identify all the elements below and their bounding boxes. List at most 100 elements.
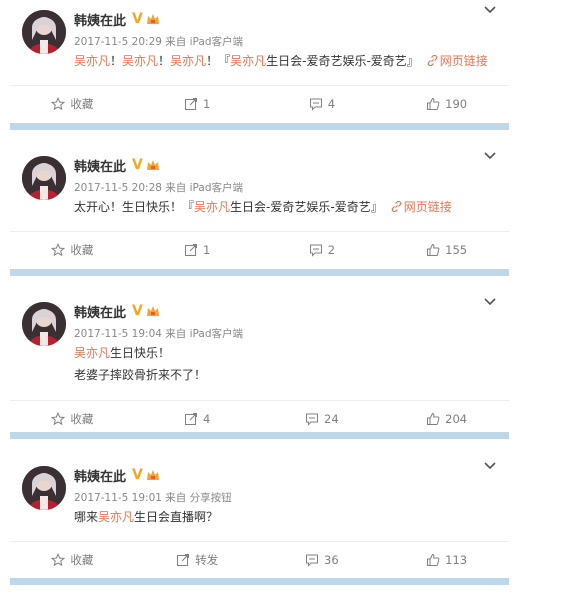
comment-icon <box>305 553 319 567</box>
text-segment: 哪来 <box>74 510 99 524</box>
post-text: 老婆子摔跤骨折来不了！ <box>74 364 206 386</box>
avatar[interactable] <box>22 156 66 200</box>
author-name[interactable]: 韩姨在此 <box>74 302 126 321</box>
comment-button[interactable]: 2 <box>260 232 385 267</box>
comment-icon <box>305 412 319 426</box>
author-name[interactable]: 韩姨在此 <box>74 466 126 485</box>
repost-count: 转发 <box>195 552 219 567</box>
crown-icon <box>146 158 160 172</box>
like-button[interactable]: 113 <box>384 542 509 577</box>
verified-badge: V <box>132 467 143 483</box>
favorite-button[interactable]: 收藏 <box>10 401 135 436</box>
like-count: 113 <box>445 552 468 567</box>
crown-icon <box>146 12 160 26</box>
thumbs-up-icon <box>426 553 440 567</box>
author-name[interactable]: 韩姨在此 <box>74 156 126 175</box>
verified-badge: V <box>132 303 143 319</box>
fav-count: 收藏 <box>70 242 94 257</box>
text-segment: 生日会-爱奇艺娱乐-爱奇艺』 <box>266 54 419 68</box>
text-segment: ！ <box>158 54 171 68</box>
favorite-button[interactable]: 收藏 <box>10 542 135 577</box>
like-count: 204 <box>445 411 468 426</box>
post-text: 吴亦凡！吴亦凡！吴亦凡！『吴亦凡生日会-爱奇艺娱乐-爱奇艺』 网页链接 <box>74 50 488 72</box>
repost-icon <box>184 243 198 257</box>
text-segment: ！『 <box>206 54 231 68</box>
fav-count: 收藏 <box>70 411 94 426</box>
post-text: 哪来吴亦凡生日会直播啊？ <box>74 506 218 528</box>
post-meta: 2017-11-5 20:28 来自 iPad客户端 <box>74 182 243 194</box>
avatar[interactable] <box>22 302 66 346</box>
comment-count: 2 <box>327 242 336 257</box>
chevron-down-icon[interactable] <box>483 4 497 16</box>
mention-link[interactable]: 吴亦凡 <box>194 200 230 214</box>
verified-badge: V <box>132 11 143 27</box>
comment-button[interactable]: 4 <box>260 86 385 121</box>
post-meta: 2017-11-5 19:04 来自 iPad客户端 <box>74 328 243 340</box>
repost-button[interactable]: 转发 <box>135 542 260 577</box>
author-name[interactable]: 韩姨在此 <box>74 10 126 29</box>
mention-link[interactable]: 吴亦凡 <box>230 54 266 68</box>
fav-count: 收藏 <box>70 96 94 111</box>
comment-button[interactable]: 24 <box>260 401 385 436</box>
post-meta: 2017-11-5 19:01 来自 分享按钮 <box>74 492 232 504</box>
link-icon <box>391 200 402 214</box>
avatar[interactable] <box>22 10 66 54</box>
link-icon <box>427 54 438 68</box>
like-button[interactable]: 190 <box>384 86 509 121</box>
web-link[interactable]: 网页链接 <box>404 200 452 214</box>
repost-button[interactable]: 4 <box>135 401 260 436</box>
repost-icon <box>176 553 190 567</box>
star-icon <box>51 96 66 111</box>
author-row: 韩姨在此 V <box>74 10 160 29</box>
text-segment: 生日快乐！ <box>110 346 171 360</box>
author-row: 韩姨在此 V <box>74 466 160 485</box>
post-text: 太开心！生日快乐！『吴亦凡生日会-爱奇艺娱乐-爱奇艺』 网页链接 <box>74 196 452 218</box>
repost-count: 1 <box>202 96 211 111</box>
weibo-post: 韩姨在此 V 2017-11-5 19:01 来自 分享按钮 哪来吴亦凡生日会直播啊？… <box>10 456 509 577</box>
text-segment: 太开心！生日快乐！『 <box>74 200 195 214</box>
comment-count: 36 <box>324 552 339 567</box>
chevron-down-icon[interactable] <box>483 296 497 308</box>
repost-count: 1 <box>202 242 211 257</box>
chevron-down-icon[interactable] <box>483 150 497 162</box>
verified-badge: V <box>132 157 143 173</box>
mention-link[interactable]: 吴亦凡 <box>98 510 134 524</box>
repost-icon <box>184 97 198 111</box>
star-icon <box>51 552 66 567</box>
post-text: 吴亦凡生日快乐！ <box>74 342 170 364</box>
favorite-button[interactable]: 收藏 <box>10 86 135 121</box>
text-segment: 生日会直播啊？ <box>134 510 219 524</box>
avatar[interactable] <box>22 466 66 510</box>
comment-button[interactable]: 36 <box>260 542 385 577</box>
repost-button[interactable]: 1 <box>135 232 260 267</box>
mention-link[interactable]: 吴亦凡 <box>122 54 158 68</box>
weibo-post: 韩姨在此 V 2017-11-5 20:29 来自 iPad客户端 吴亦凡！吴亦凡！吴… <box>10 0 509 121</box>
star-icon <box>51 242 66 257</box>
favorite-button[interactable]: 收藏 <box>10 232 135 267</box>
action-bar: 收藏 4 24 204 <box>10 400 509 436</box>
repost-button[interactable]: 1 <box>135 86 260 121</box>
repost-icon <box>184 412 198 426</box>
post-meta: 2017-11-5 20:29 来自 iPad客户端 <box>74 36 243 48</box>
weibo-feed: 韩姨在此 V 2017-11-5 20:29 来自 iPad客户端 吴亦凡！吴亦凡！吴… <box>0 0 564 609</box>
post-separator <box>10 269 509 276</box>
mention-link[interactable]: 吴亦凡 <box>74 54 110 68</box>
comment-icon <box>309 97 323 111</box>
post-separator <box>10 123 509 130</box>
chevron-down-icon[interactable] <box>483 460 497 472</box>
action-bar: 收藏 1 2 155 <box>10 231 509 267</box>
like-button[interactable]: 204 <box>384 401 509 436</box>
mention-link[interactable]: 吴亦凡 <box>74 346 110 360</box>
comment-icon <box>309 243 323 257</box>
action-bar: 收藏 1 4 190 <box>10 85 509 121</box>
star-icon <box>51 411 66 426</box>
mention-link[interactable]: 吴亦凡 <box>170 54 206 68</box>
crown-icon <box>146 304 160 318</box>
like-button[interactable]: 155 <box>384 232 509 267</box>
repost-count: 4 <box>202 411 211 426</box>
crown-icon <box>146 468 160 482</box>
web-link[interactable]: 网页链接 <box>440 54 488 68</box>
comment-count: 4 <box>327 96 336 111</box>
weibo-post: 韩姨在此 V 2017-11-5 19:04 来自 iPad客户端 吴亦凡生日快乐！ 老… <box>10 292 509 436</box>
text-segment: ！ <box>110 54 123 68</box>
